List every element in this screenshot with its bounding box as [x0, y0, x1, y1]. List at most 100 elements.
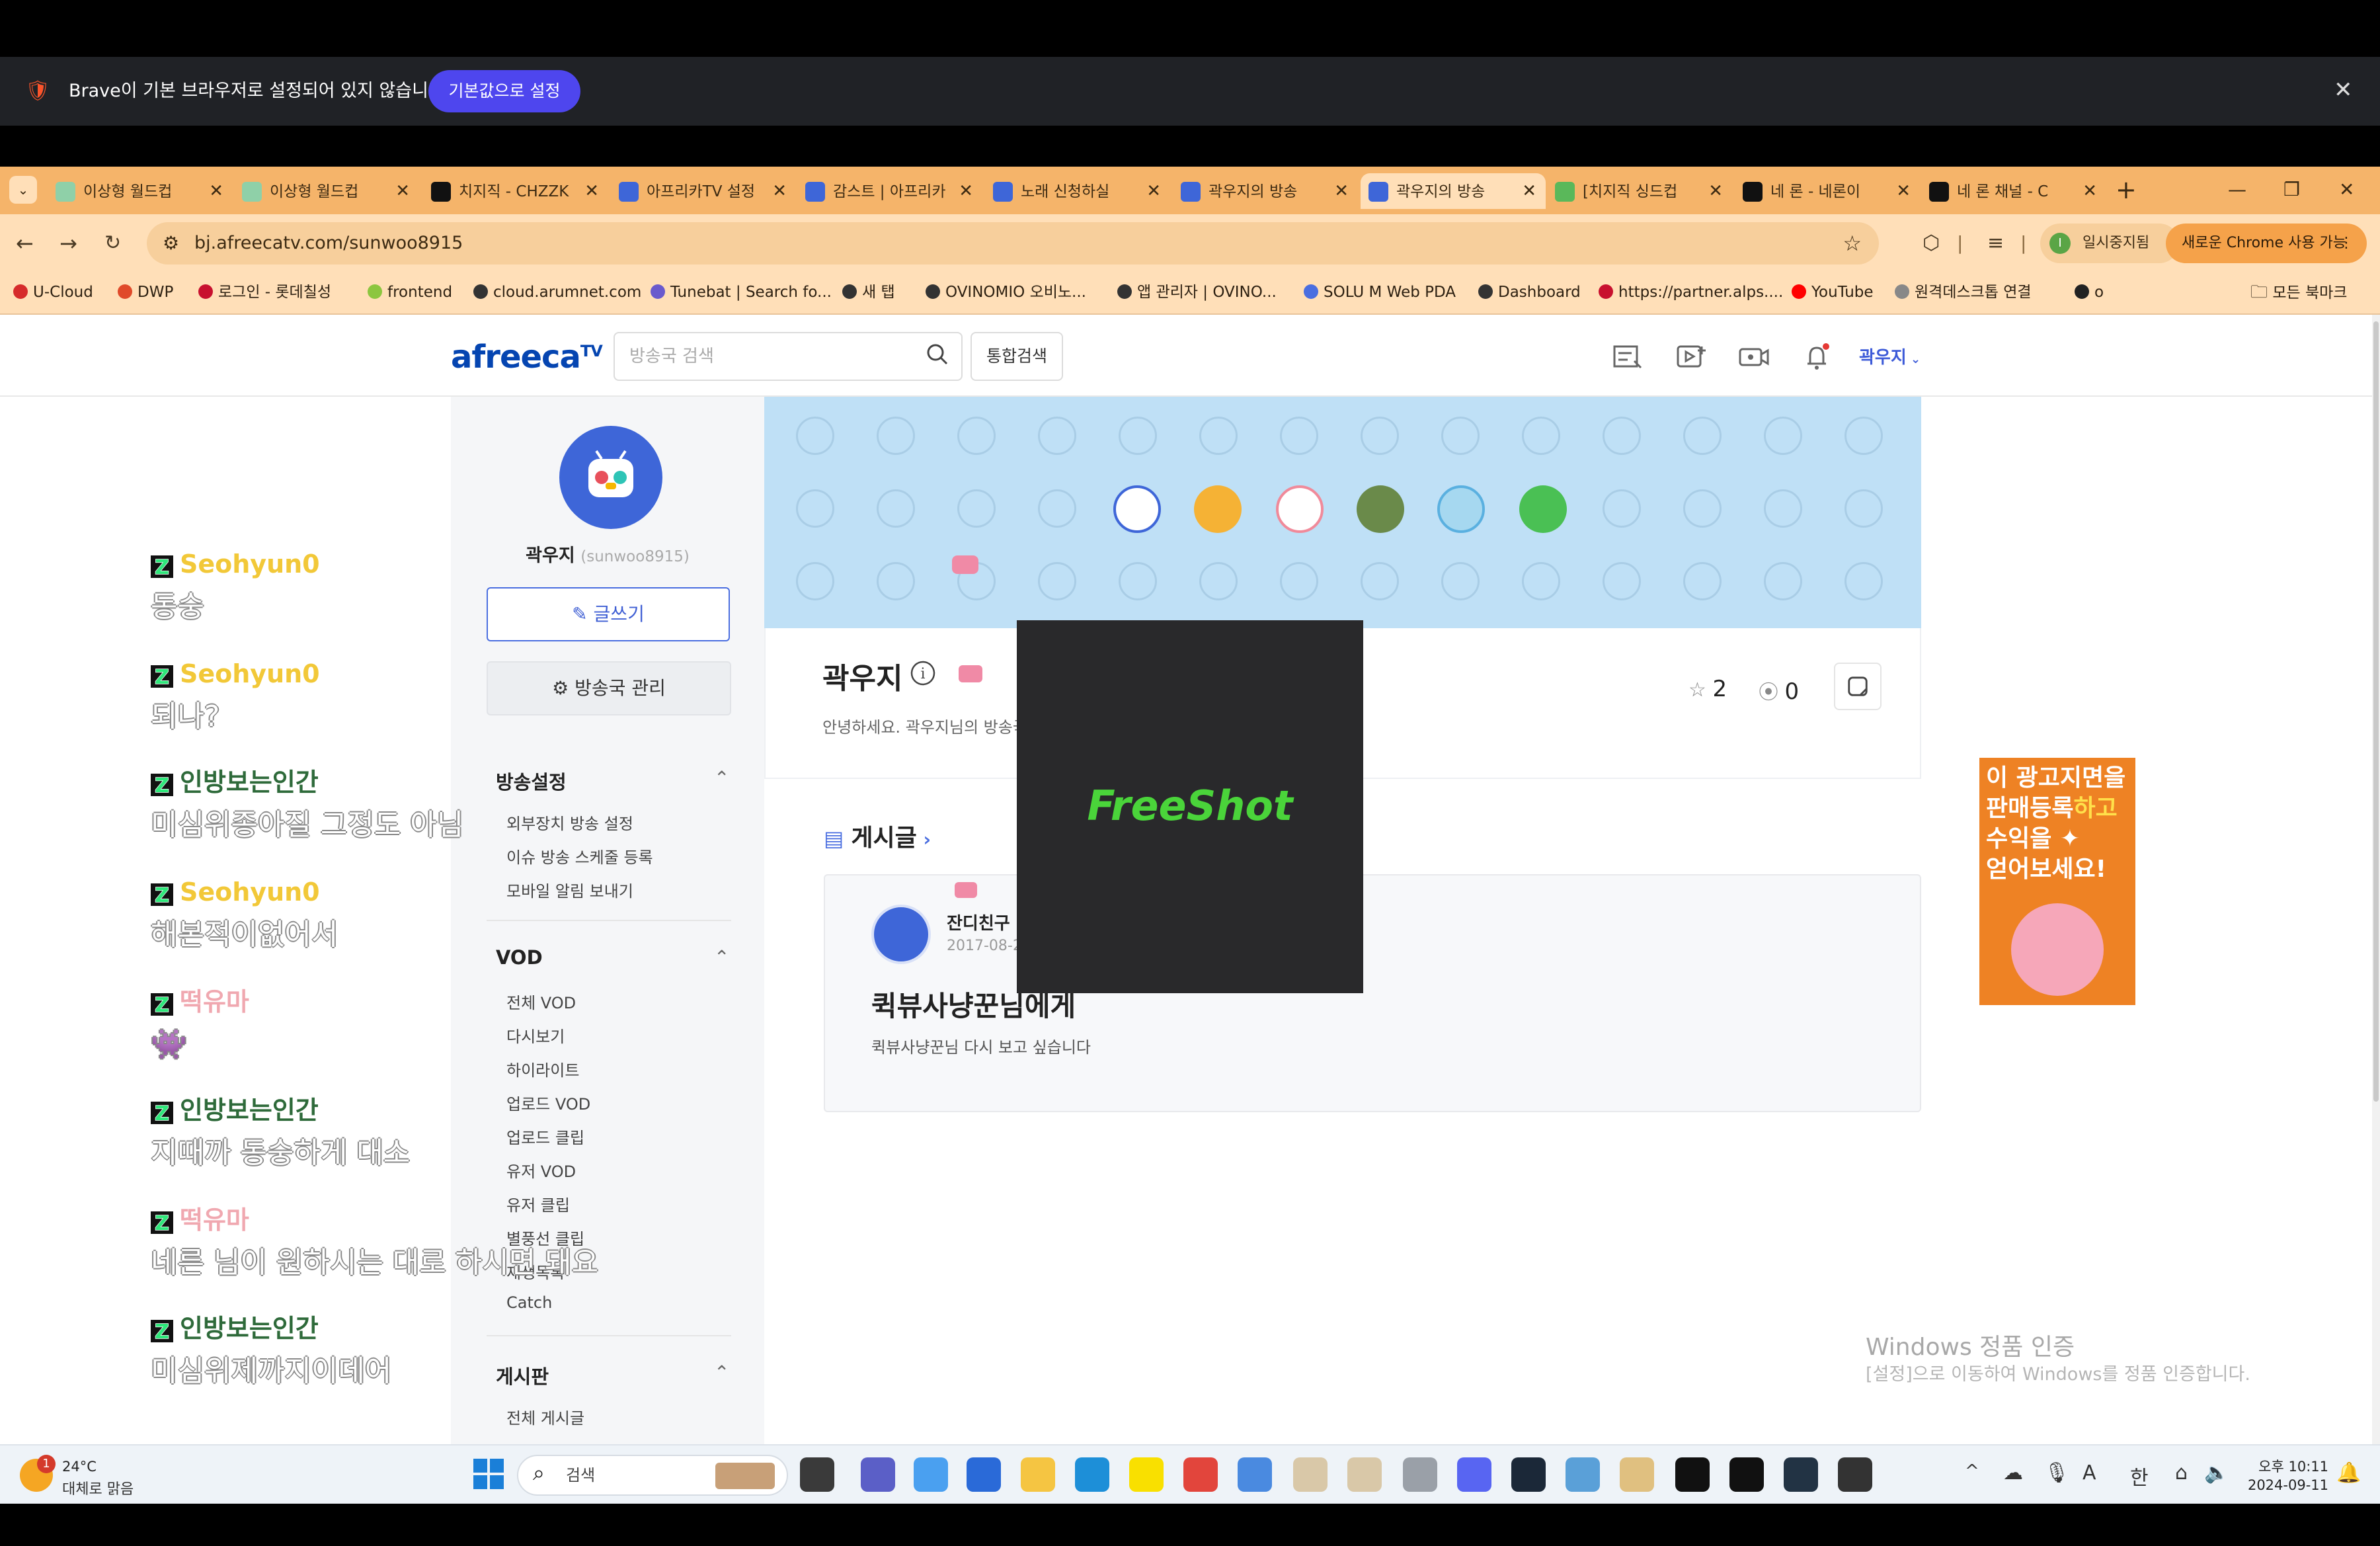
paused-profile-chip[interactable]: I 일시중지됨 — [2040, 224, 2179, 263]
close-tab-icon[interactable]: ✕ — [2082, 173, 2097, 209]
ime-mode-icon[interactable]: A — [2082, 1461, 2096, 1485]
station-avatar[interactable] — [559, 426, 662, 529]
clock-time[interactable]: 오후 10:11 — [2249, 1456, 2328, 1476]
user-menu[interactable]: 곽우지 ⌄ — [1859, 344, 1921, 368]
new-tab-plus-icon[interactable]: + — [2116, 172, 2137, 208]
copilot-icon[interactable] — [914, 1457, 948, 1492]
back-icon[interactable]: ← — [16, 226, 34, 261]
set-default-button[interactable]: 기본값으로 설정 — [428, 70, 580, 112]
url-text[interactable]: bj.afreecatv.com/sunwoo8915 — [194, 222, 463, 264]
notification-center-icon[interactable]: 🔔 — [2336, 1461, 2361, 1485]
close-tab-icon[interactable]: ✕ — [1896, 173, 1911, 209]
browser-tab[interactable]: 네 론 채널 - C ✕ — [1921, 173, 2106, 209]
extensions-icon[interactable]: ⬡ — [1923, 226, 1940, 261]
sidebar-item[interactable]: 전체 VOD — [506, 990, 576, 1013]
app-icon[interactable] — [1838, 1457, 1872, 1492]
bookmark-item[interactable]: OVINOMIO 오비노... — [926, 272, 1086, 312]
windows-start-icon[interactable] — [472, 1457, 505, 1490]
posts-section-header[interactable]: ▤ 게시글 › — [824, 819, 931, 853]
sidebar-section-title[interactable]: 방송설정 — [496, 767, 567, 795]
close-tab-icon[interactable]: ✕ — [209, 173, 223, 209]
browser-tab[interactable]: 곽우지의 방송 ✕ — [1361, 173, 1546, 209]
post-card[interactable]: 잔디친구 2017-08-27 퀵뷰사냥꾼님에게 퀵뷰사냥꾼님 다시 보고 싶습… — [824, 874, 1921, 1112]
close-tab-icon[interactable]: ✕ — [772, 173, 787, 209]
app-icon[interactable] — [1403, 1457, 1437, 1492]
forward-icon[interactable]: → — [60, 226, 77, 261]
volume-icon[interactable]: 🔈 — [2204, 1461, 2229, 1485]
chevron-up-icon[interactable]: ⌃ — [714, 1362, 729, 1383]
close-notice-icon[interactable]: ✕ — [2334, 77, 2353, 103]
chevron-up-icon[interactable]: ⌃ — [714, 946, 729, 968]
browser-tab[interactable]: 이상형 월드컵 ✕ — [234, 173, 419, 209]
sidebar-section-title[interactable]: VOD — [496, 946, 543, 969]
address-bar[interactable]: ⚙ bj.afreecatv.com/sunwoo8915 ☆ — [147, 222, 1879, 264]
bookmark-item[interactable]: frontend — [368, 272, 452, 312]
bookmark-item[interactable]: Dashboard — [1478, 272, 1581, 312]
integrated-search-button[interactable]: 통합검색 — [971, 332, 1063, 381]
steam-icon[interactable] — [1511, 1457, 1546, 1492]
wifi-icon[interactable]: ⌂ — [2175, 1461, 2188, 1485]
app-icon[interactable] — [1784, 1457, 1818, 1492]
app-icon[interactable] — [1347, 1457, 1382, 1492]
tray-chevron-icon[interactable]: ^ — [1965, 1461, 1979, 1481]
bookmark-item[interactable]: https://partner.alps.... — [1599, 272, 1783, 312]
upload-vod-icon[interactable] — [1675, 343, 1707, 372]
app-icon[interactable] — [1293, 1457, 1328, 1492]
microphone-icon[interactable]: 🎙 — [2044, 1461, 2069, 1485]
store-icon[interactable] — [967, 1457, 1001, 1492]
sidebar-item[interactable]: 전체 게시글 — [506, 1405, 584, 1428]
browser-tab[interactable]: 아프리카TV 설정 ✕ — [611, 173, 796, 209]
notepad-icon[interactable] — [1238, 1457, 1272, 1492]
bookmark-item[interactable]: 앱 관리자 | OVINO... — [1117, 272, 1277, 312]
page-scrollbar[interactable] — [2372, 315, 2380, 1444]
sidebar-item[interactable]: 다시보기 — [506, 1024, 565, 1047]
close-tab-icon[interactable]: ✕ — [1522, 173, 1536, 209]
sidebar-item[interactable]: Catch — [506, 1293, 552, 1312]
restore-icon[interactable]: ❐ — [2283, 172, 2300, 208]
folder-icon[interactable] — [1021, 1457, 1055, 1492]
station-search-input[interactable]: 방송국 검색 — [614, 332, 963, 381]
more-menu-icon[interactable]: ⋮ — [2339, 224, 2354, 263]
bookmark-item[interactable]: SOLU M Web PDA — [1304, 272, 1456, 312]
teams-icon[interactable] — [861, 1457, 895, 1492]
minimize-icon[interactable]: — — [2228, 172, 2246, 208]
edge-icon[interactable] — [1075, 1457, 1109, 1492]
favorite-count[interactable]: ☆ 2 — [1688, 676, 1727, 702]
app-icon[interactable] — [1729, 1457, 1764, 1492]
app-icon[interactable] — [1620, 1457, 1654, 1492]
site-info-icon[interactable]: ⚙ — [163, 222, 179, 264]
bookmark-item[interactable]: o — [2075, 272, 2104, 312]
tab-search-chevron-icon[interactable]: ⌄ — [9, 176, 37, 204]
scrollbar-thumb[interactable] — [2373, 321, 2379, 1102]
clock-date[interactable]: 2024-09-11 — [2236, 1477, 2328, 1493]
close-tab-icon[interactable]: ✕ — [584, 173, 599, 209]
close-tab-icon[interactable]: ✕ — [395, 173, 410, 209]
bookmark-item[interactable]: 새 탭 — [842, 272, 895, 312]
app-icon[interactable] — [1675, 1457, 1710, 1492]
browser-tab[interactable]: 곽우지의 방송 ✕ — [1173, 173, 1358, 209]
write-post-button[interactable]: ✎ 글쓰기 — [487, 587, 730, 641]
afreeca-logo[interactable]: afreecaTV — [451, 339, 603, 376]
ad-banner[interactable]: 이 광고지면을 판매등록하고 수익을 ✦ 얻어보세요! — [1979, 758, 2135, 1005]
share-icon[interactable] — [1834, 663, 1882, 710]
sidebar-item[interactable]: 업로드 클립 — [506, 1125, 584, 1148]
start-broadcast-icon[interactable] — [1737, 343, 1769, 372]
weather-temp[interactable]: 24°C — [62, 1459, 97, 1475]
browser-tab[interactable]: 이상형 월드컵 ✕ — [48, 173, 233, 209]
close-window-icon[interactable]: ✕ — [2339, 172, 2354, 208]
bookmark-item[interactable]: U-Cloud — [13, 272, 93, 312]
chrome-icon[interactable] — [1183, 1457, 1218, 1492]
bookmark-item[interactable]: 로그인 - 롯데칠성 — [198, 272, 331, 312]
discord-icon[interactable] — [1457, 1457, 1491, 1492]
all-bookmarks[interactable]: 🗀 모든 북마크 — [2250, 272, 2347, 312]
taskbar-search[interactable]: ⌕ 검색 — [517, 1455, 788, 1496]
sidebar-item[interactable]: 업로드 VOD — [506, 1091, 590, 1114]
browser-tab[interactable]: 네 론 - 네론이 ✕ — [1735, 173, 1920, 209]
bookmark-star-icon[interactable]: ☆ — [1843, 222, 1862, 264]
bookmark-item[interactable]: Tunebat | Search fo... — [651, 272, 832, 312]
sidebar-section-title[interactable]: 게시판 — [496, 1362, 549, 1389]
chevron-up-icon[interactable]: ⌃ — [714, 767, 729, 789]
close-tab-icon[interactable]: ✕ — [1708, 173, 1723, 209]
browser-tab[interactable]: 노래 신청하실 ✕ — [985, 173, 1170, 209]
media-queue-icon[interactable]: ≡ — [1987, 226, 2004, 261]
